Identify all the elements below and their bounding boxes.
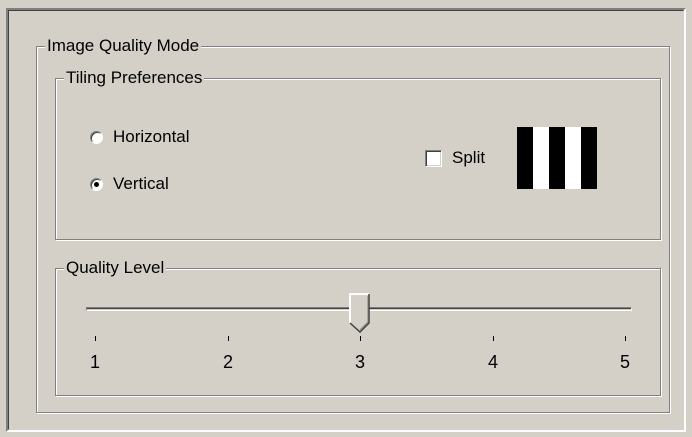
slider-tick-label: 1 xyxy=(89,352,100,372)
radio-horizontal-label: Horizontal xyxy=(113,127,190,146)
image-quality-dialog: { "image_quality_group": { "legend": "Im… xyxy=(0,0,692,437)
split-checkbox-row[interactable]: Split xyxy=(425,148,485,168)
split-checkbox[interactable] xyxy=(425,149,442,167)
radio-horizontal[interactable]: Horizontal xyxy=(90,127,190,147)
tile-preview xyxy=(517,127,597,189)
tile-preview-band xyxy=(581,127,597,189)
slider-tick-label: 2 xyxy=(222,352,233,372)
image-quality-mode-legend: Image Quality Mode xyxy=(45,36,202,56)
slider-tick xyxy=(493,336,494,341)
tiling-preferences-legend: Tiling Preferences xyxy=(64,68,205,88)
tile-preview-band xyxy=(565,127,581,189)
slider-tick xyxy=(625,336,626,341)
radio-vertical-button[interactable] xyxy=(90,177,103,191)
tile-preview-band xyxy=(533,127,549,189)
slider-tick xyxy=(228,336,229,341)
radio-vertical-label: Vertical xyxy=(113,174,169,193)
tile-preview-band xyxy=(517,127,533,189)
radio-vertical[interactable]: Vertical xyxy=(90,174,169,194)
radio-horizontal-button[interactable] xyxy=(90,130,103,144)
split-label: Split xyxy=(452,148,486,167)
slider-tick-label: 5 xyxy=(619,352,630,372)
radio-dot-icon xyxy=(94,181,99,187)
slider-tick xyxy=(95,336,96,341)
tile-preview-band xyxy=(549,127,565,189)
slider-tick-label: 3 xyxy=(354,352,365,372)
quality-level-legend: Quality Level xyxy=(64,258,167,278)
slider-tick-label: 4 xyxy=(487,352,498,372)
quality-slider-thumb[interactable] xyxy=(349,293,371,333)
slider-tick xyxy=(360,336,361,341)
